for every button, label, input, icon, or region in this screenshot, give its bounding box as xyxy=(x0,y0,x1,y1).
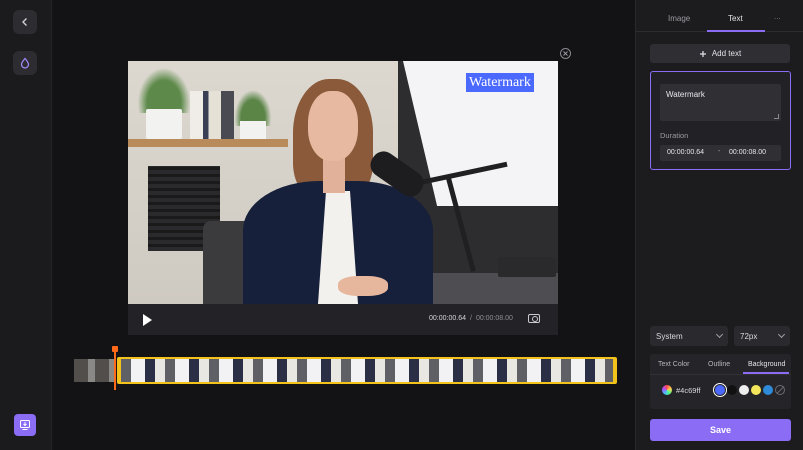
export-button[interactable] xyxy=(14,414,36,436)
panel-tabs: Image Text ... xyxy=(636,0,803,32)
current-time: 00:00:00.64 xyxy=(429,315,466,322)
text-layer-card[interactable]: Watermark Duration 00:00:00.64 - 00:00:0… xyxy=(650,71,791,170)
duration-dash: - xyxy=(718,148,721,155)
timeline-thumbnail xyxy=(74,359,116,382)
plant xyxy=(134,63,194,113)
tab-image[interactable]: Image xyxy=(668,14,690,23)
close-preview-button[interactable] xyxy=(560,48,571,59)
color-swatch-yellow[interactable] xyxy=(751,385,761,395)
active-tab-indicator xyxy=(707,30,765,32)
text-input[interactable]: Watermark xyxy=(660,84,781,121)
audio-interface xyxy=(498,257,556,277)
color-picker-icon[interactable] xyxy=(662,385,672,395)
settings-panel: Image Text ... Add text Watermark Durati… xyxy=(635,0,803,450)
resize-handle-icon[interactable] xyxy=(774,114,779,119)
shelf xyxy=(128,139,288,147)
close-icon xyxy=(563,51,568,56)
timeline-selection[interactable] xyxy=(117,357,617,384)
duration-range: 00:00:00.64 - 00:00:08.00 xyxy=(660,145,781,161)
save-button[interactable]: Save xyxy=(650,419,791,441)
watermark-text-overlay[interactable]: Watermark xyxy=(466,73,534,92)
tab-text-color[interactable]: Text Color xyxy=(658,361,690,368)
chevron-down-icon xyxy=(777,330,786,339)
hex-color-value[interactable]: #4c69ff xyxy=(676,386,700,395)
time-separator: / xyxy=(469,315,472,322)
style-options: Text Color Outline Background #4c69ff xyxy=(650,354,791,409)
chevron-left-icon xyxy=(22,18,27,26)
duration-end-input[interactable]: 00:00:08.00 xyxy=(729,149,766,156)
video-frame: Watermark xyxy=(128,61,558,304)
tab-background[interactable]: Background xyxy=(748,361,785,368)
plus-icon xyxy=(699,50,706,57)
no-color-icon[interactable] xyxy=(775,385,785,395)
add-text-button[interactable]: Add text xyxy=(650,44,790,63)
tab-text[interactable]: Text xyxy=(728,14,743,23)
color-swatch-blue[interactable] xyxy=(713,383,727,397)
plant xyxy=(232,86,274,126)
color-swatch-black[interactable] xyxy=(727,385,737,395)
duration-label: Duration xyxy=(660,131,689,140)
tab-more[interactable]: ... xyxy=(774,12,781,21)
droplet-icon xyxy=(20,57,30,69)
timeline[interactable] xyxy=(74,357,617,384)
left-toolbar xyxy=(0,0,52,450)
font-family-select[interactable]: System xyxy=(650,326,728,346)
chevron-down-icon xyxy=(715,330,724,339)
color-swatch-white[interactable] xyxy=(739,385,749,395)
font-size-select[interactable]: 72px xyxy=(734,326,790,346)
books xyxy=(190,91,234,139)
total-time: 00:00:08.00 xyxy=(475,315,513,322)
playhead[interactable] xyxy=(112,346,118,390)
monitor-download-icon xyxy=(20,420,30,430)
duration-start-input[interactable]: 00:00:00.64 xyxy=(667,149,704,156)
color-swatch-light-blue[interactable] xyxy=(763,385,773,395)
add-text-label: Add text xyxy=(711,49,742,58)
camera-icon[interactable] xyxy=(528,314,540,323)
back-button[interactable] xyxy=(13,10,37,34)
tab-outline[interactable]: Outline xyxy=(708,361,730,368)
timecode: 00:00:00.64/00:00:08.00 xyxy=(429,315,513,322)
play-icon[interactable] xyxy=(143,314,152,326)
player-controls: 00:00:00.64/00:00:08.00 xyxy=(128,304,558,335)
preview-stage: Watermark 00:00:00.64/00:00:08.00 xyxy=(52,0,635,450)
watermark-tool-button[interactable] xyxy=(13,51,37,75)
